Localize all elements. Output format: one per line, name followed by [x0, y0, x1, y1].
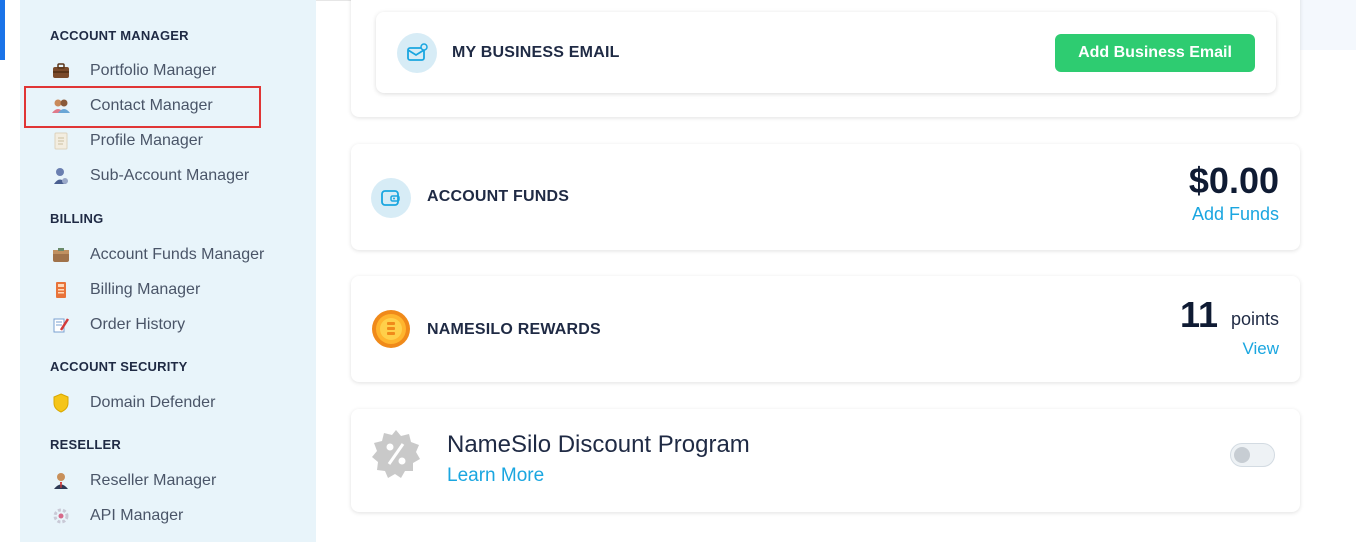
sidebar-item-label: API Manager [90, 507, 184, 524]
sidebar-item-label: Order History [90, 316, 186, 333]
points-label: points [1230, 309, 1279, 329]
order-history-icon [50, 314, 72, 336]
api-icon [50, 505, 72, 527]
sidebar-item-portfolio-manager[interactable]: Portfolio Manager [50, 58, 216, 84]
mail-icon [397, 33, 437, 73]
sidebar-item-account-funds-manager[interactable]: Account Funds Manager [50, 242, 264, 268]
sub-account-icon [50, 165, 72, 187]
sidebar: ACCOUNT MANAGER Portfolio Manager Contac… [20, 0, 316, 542]
discount-program-title: NameSilo Discount Program [447, 431, 750, 458]
points-value: 11 [1179, 294, 1218, 335]
add-business-email-button[interactable]: Add Business Email [1055, 34, 1255, 72]
wallet-icon [371, 178, 411, 218]
section-title-billing: BILLING [50, 211, 104, 226]
discount-program-toggle[interactable] [1230, 443, 1275, 467]
funds-amount: $0.00 [1188, 160, 1279, 201]
wallet-icon [50, 244, 72, 266]
percent-badge-icon [370, 428, 422, 480]
sidebar-item-label: Profile Manager [90, 132, 203, 149]
sidebar-item-label: Contact Manager [90, 97, 213, 114]
learn-more-link[interactable]: Learn More [447, 465, 544, 487]
section-title-reseller: RESELLER [50, 437, 121, 452]
sidebar-item-api-manager[interactable]: API Manager [50, 503, 183, 529]
sidebar-item-order-history[interactable]: Order History [50, 312, 185, 338]
section-title-account-manager: ACCOUNT MANAGER [50, 28, 189, 43]
account-funds-card: ACCOUNT FUNDS $0.00 Add Funds [351, 144, 1300, 250]
briefcase-icon [50, 60, 72, 82]
shield-icon [50, 392, 72, 414]
account-funds-title: ACCOUNT FUNDS [427, 188, 570, 205]
sidebar-item-label: Billing Manager [90, 281, 201, 298]
sidebar-item-billing-manager[interactable]: Billing Manager [50, 277, 200, 303]
sidebar-item-label: Portfolio Manager [90, 62, 217, 79]
discount-program-card: NameSilo Discount Program Learn More [351, 409, 1300, 512]
sidebar-item-profile-manager[interactable]: Profile Manager [50, 128, 203, 154]
active-indicator [0, 0, 5, 60]
main-content: MY BUSINESS EMAIL Add Business Email ACC… [316, 0, 1356, 542]
background-haze [1300, 0, 1356, 50]
contacts-icon [50, 95, 72, 117]
sidebar-item-domain-defender[interactable]: Domain Defender [50, 390, 215, 416]
sidebar-item-label: Reseller Manager [90, 472, 217, 489]
sidebar-item-label: Sub-Account Manager [90, 167, 250, 184]
business-email-card: MY BUSINESS EMAIL Add Business Email [376, 12, 1276, 93]
coin-icon [371, 309, 411, 349]
view-rewards-link[interactable]: View [1242, 339, 1279, 359]
business-email-title: MY BUSINESS EMAIL [452, 44, 620, 61]
sidebar-item-contact-manager[interactable]: Contact Manager [50, 93, 213, 119]
sidebar-item-label: Account Funds Manager [90, 246, 265, 263]
billing-icon [50, 279, 72, 301]
sidebar-item-label: Domain Defender [90, 394, 216, 411]
section-title-account-security: ACCOUNT SECURITY [50, 359, 188, 374]
rewards-card: NAMESILO REWARDS 11 points View [351, 276, 1300, 382]
rewards-title: NAMESILO REWARDS [427, 321, 601, 338]
sidebar-item-sub-account-manager[interactable]: Sub-Account Manager [50, 163, 249, 189]
add-funds-link[interactable]: Add Funds [1192, 204, 1279, 225]
sidebar-item-reseller-manager[interactable]: Reseller Manager [50, 468, 216, 494]
profile-icon [50, 130, 72, 152]
reseller-icon [50, 470, 72, 492]
toggle-knob [1234, 447, 1250, 463]
